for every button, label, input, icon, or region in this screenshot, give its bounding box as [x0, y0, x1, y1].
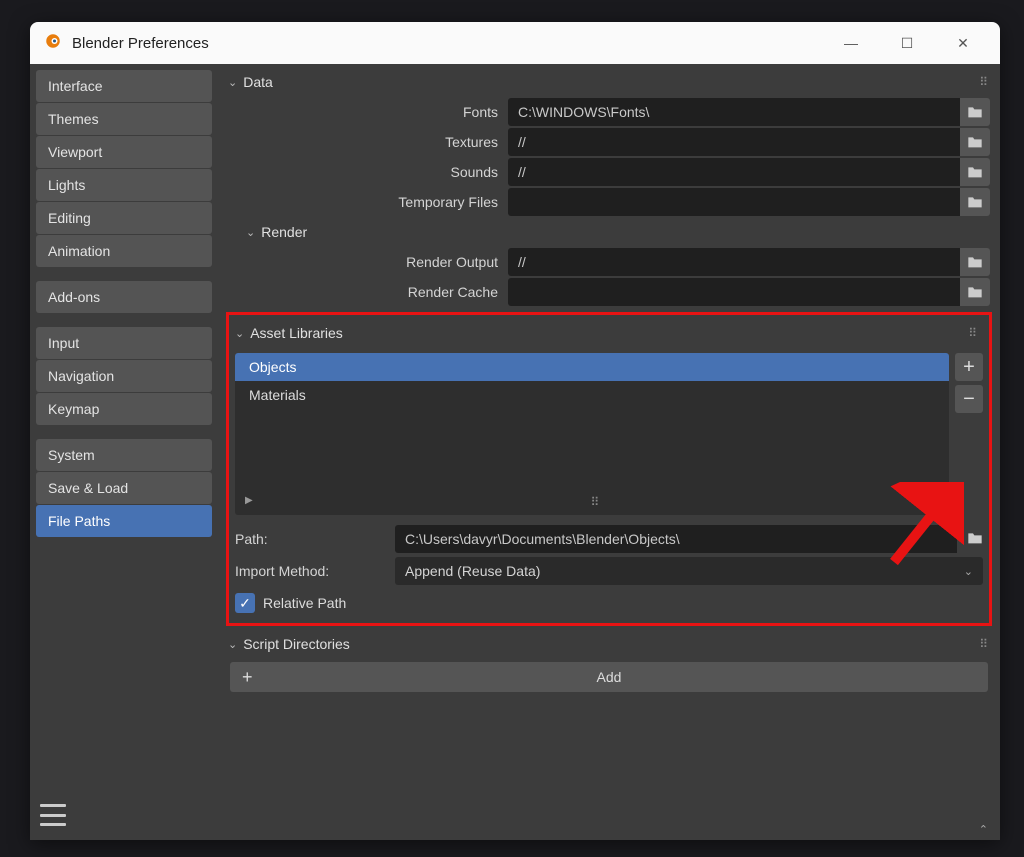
- browse-folder-button[interactable]: [967, 531, 983, 548]
- browse-folder-button[interactable]: [960, 248, 990, 276]
- chevron-down-icon: ⌄: [228, 76, 237, 89]
- browse-folder-button[interactable]: [960, 98, 990, 126]
- chevron-down-icon: ⌄: [235, 327, 244, 340]
- filter-triangle-icon[interactable]: ▶: [245, 495, 253, 509]
- sidebar-item-editing[interactable]: Editing: [36, 202, 212, 234]
- library-path-input[interactable]: [395, 525, 957, 553]
- sidebar-item-lights[interactable]: Lights: [36, 169, 212, 201]
- sidebar-item-navigation[interactable]: Navigation: [36, 360, 212, 392]
- section-header-asset-libraries[interactable]: ⌄ Asset Libraries ⠿: [235, 319, 983, 347]
- import-method-value: Append (Reuse Data): [405, 563, 540, 579]
- add-script-directory-button[interactable]: + Add: [230, 662, 988, 692]
- window-title: Blender Preferences: [72, 35, 818, 52]
- sidebar-item-input[interactable]: Input: [36, 327, 212, 359]
- section-title: Data: [243, 74, 273, 90]
- library-item-materials[interactable]: Materials: [235, 381, 949, 409]
- sidebar-item-save-load[interactable]: Save & Load: [36, 472, 212, 504]
- section-title: Asset Libraries: [250, 325, 343, 341]
- remove-library-button[interactable]: −: [955, 385, 983, 413]
- sidebar-item-viewport[interactable]: Viewport: [36, 136, 212, 168]
- sidebar-item-interface[interactable]: Interface: [36, 70, 212, 102]
- sidebar-item-addons[interactable]: Add-ons: [36, 281, 212, 313]
- textures-input[interactable]: [508, 128, 960, 156]
- render-cache-input[interactable]: [508, 278, 960, 306]
- preferences-window: Blender Preferences — ☐ ✕ Interface Them…: [30, 22, 1000, 840]
- relative-path-checkbox[interactable]: ✓: [235, 593, 255, 613]
- add-library-button[interactable]: +: [955, 353, 983, 381]
- sidebar: Interface Themes Viewport Lights Editing…: [30, 64, 218, 840]
- render-output-label: Render Output: [224, 254, 508, 270]
- textures-label: Textures: [224, 134, 508, 150]
- section-header-data[interactable]: ⌄ Data ⠿: [224, 68, 994, 96]
- temp-label: Temporary Files: [224, 194, 508, 210]
- close-button[interactable]: ✕: [940, 27, 986, 59]
- browse-folder-button[interactable]: [960, 188, 990, 216]
- scroll-hint-icon: ⌃: [979, 823, 988, 836]
- section-header-render[interactable]: ⌄ Render: [224, 218, 994, 246]
- browse-folder-button[interactable]: [960, 158, 990, 186]
- browse-folder-button[interactable]: [960, 128, 990, 156]
- render-cache-label: Render Cache: [224, 284, 508, 300]
- chevron-down-icon: ⌄: [246, 226, 255, 239]
- fonts-label: Fonts: [224, 104, 508, 120]
- browse-folder-button[interactable]: [960, 278, 990, 306]
- sidebar-item-animation[interactable]: Animation: [36, 235, 212, 267]
- grip-icon[interactable]: ⠿: [590, 495, 601, 509]
- grip-icon[interactable]: ⠿: [979, 75, 990, 89]
- library-item-objects[interactable]: Objects: [235, 353, 949, 381]
- hamburger-menu-icon[interactable]: [40, 804, 66, 826]
- chevron-down-icon: ⌄: [228, 638, 237, 651]
- section-header-script-directories[interactable]: ⌄ Script Directories ⠿: [224, 630, 994, 658]
- sounds-label: Sounds: [224, 164, 508, 180]
- add-button-label: Add: [597, 669, 622, 685]
- fonts-input[interactable]: [508, 98, 960, 126]
- asset-libraries-highlight: ⌄ Asset Libraries ⠿ Objects Materials ▶ …: [226, 312, 992, 626]
- section-title: Script Directories: [243, 636, 350, 652]
- plus-icon: +: [242, 667, 253, 688]
- grip-icon[interactable]: ⠿: [968, 326, 979, 340]
- main-panel: ⌄ Data ⠿ Fonts Textures Sounds: [218, 64, 1000, 840]
- maximize-button[interactable]: ☐: [884, 27, 930, 59]
- sidebar-item-themes[interactable]: Themes: [36, 103, 212, 135]
- sounds-input[interactable]: [508, 158, 960, 186]
- section-title: Render: [261, 224, 307, 240]
- sidebar-item-system[interactable]: System: [36, 439, 212, 471]
- minimize-button[interactable]: —: [828, 27, 874, 59]
- temp-input[interactable]: [508, 188, 960, 216]
- sidebar-item-keymap[interactable]: Keymap: [36, 393, 212, 425]
- sidebar-item-file-paths[interactable]: File Paths: [36, 505, 212, 537]
- chevron-down-icon: ⌄: [964, 565, 973, 578]
- blender-logo-icon: [44, 32, 62, 54]
- asset-library-list: Objects Materials ▶ ⠿: [235, 353, 949, 515]
- titlebar: Blender Preferences — ☐ ✕: [30, 22, 1000, 64]
- grip-icon[interactable]: ⠿: [979, 637, 990, 651]
- render-output-input[interactable]: [508, 248, 960, 276]
- relative-path-label: Relative Path: [263, 595, 346, 611]
- import-method-select[interactable]: Append (Reuse Data) ⌄: [395, 557, 983, 585]
- import-method-label: Import Method:: [235, 563, 385, 579]
- path-label: Path:: [235, 531, 385, 547]
